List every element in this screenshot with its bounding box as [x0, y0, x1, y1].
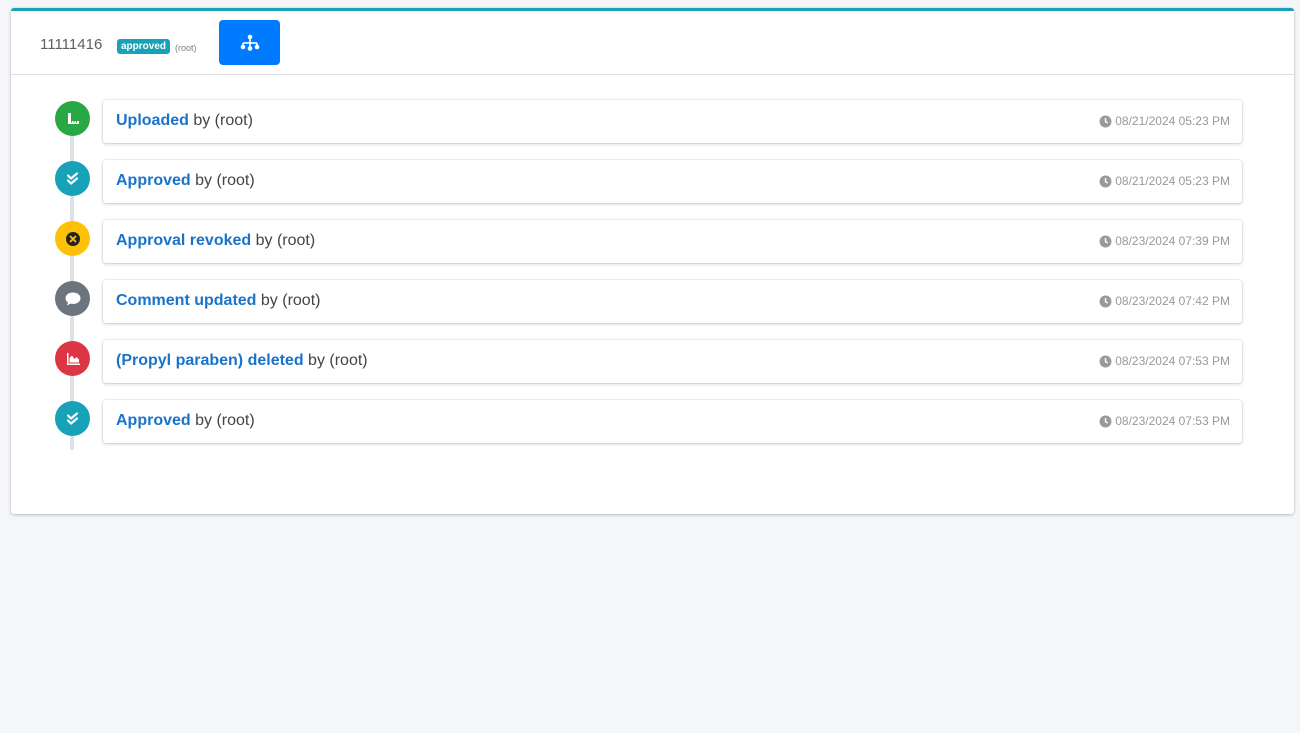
timeline-time: 08/21/2024 05:23 PM — [1115, 174, 1230, 188]
check-double-icon — [55, 401, 90, 436]
chart-area-icon — [55, 341, 90, 376]
timeline-entry: Approved by (root) 08/23/2024 07:53 PM — [103, 400, 1242, 443]
timeline-entry: Approved by (root) 08/21/2024 05:23 PM — [103, 160, 1242, 203]
check-double-icon — [55, 161, 90, 196]
timeline-user: by (root) — [190, 412, 255, 429]
status-badge: approved — [117, 39, 171, 54]
timeline-entry: (Propyl paraben) deleted by (root) 08/23… — [103, 340, 1242, 383]
timeline-user: by (root) — [251, 232, 316, 249]
timeline-user: by (root) — [256, 292, 321, 309]
timeline-time: 08/23/2024 07:53 PM — [1115, 414, 1230, 428]
timeline-user: by (root) — [188, 112, 253, 129]
timeline-entry: Uploaded by (root) 08/21/2024 05:23 PM — [103, 100, 1242, 143]
timeline-action-link[interactable]: Comment updated — [116, 292, 256, 309]
timeline-action-link[interactable]: (Propyl paraben) deleted — [116, 352, 304, 369]
timeline-item: Approved by (root) 08/23/2024 07:53 PM — [11, 400, 1294, 444]
timeline-entry: Comment updated by (root) 08/23/2024 07:… — [103, 280, 1242, 323]
clock-icon — [1099, 355, 1112, 367]
timeline-action-link[interactable]: Approval revoked — [116, 232, 251, 249]
timeline-entry: Approval revoked by (root) 08/23/2024 07… — [103, 220, 1242, 263]
timeline-action-link[interactable]: Approved — [116, 172, 191, 189]
timeline-time: 08/23/2024 07:39 PM — [1115, 234, 1230, 248]
timeline-user: by (root) — [190, 172, 255, 189]
timeline-item: Approved by (root) 08/21/2024 05:23 PM — [11, 160, 1294, 204]
timeline-action-link[interactable]: Approved — [116, 412, 191, 429]
comment-icon — [55, 281, 90, 316]
history-card: 11111416 approved (root) Uploaded by (ro… — [11, 8, 1294, 514]
timeline-item: Uploaded by (root) 08/21/2024 05:23 PM — [11, 100, 1294, 144]
times-circle-icon — [55, 221, 90, 256]
timeline-time: 08/21/2024 05:23 PM — [1115, 114, 1230, 128]
document-id: 11111416 — [40, 36, 103, 53]
card-header: 11111416 approved (root) — [11, 11, 1294, 75]
timeline-item: Comment updated by (root) 08/23/2024 07:… — [11, 280, 1294, 324]
timeline-time: 08/23/2024 07:42 PM — [1115, 294, 1230, 308]
timeline-time: 08/23/2024 07:53 PM — [1115, 354, 1230, 368]
clock-icon — [1099, 115, 1112, 127]
timeline-action-link[interactable]: Uploaded — [116, 112, 189, 129]
tree-view-button[interactable] — [219, 20, 280, 65]
sitemap-icon — [240, 34, 259, 51]
clock-icon — [1099, 415, 1112, 427]
clock-icon — [1099, 175, 1112, 187]
owner-label: (root) — [175, 43, 197, 53]
clock-icon — [1099, 235, 1112, 247]
upload-icon — [55, 101, 90, 136]
timeline-item: (Propyl paraben) deleted by (root) 08/23… — [11, 340, 1294, 384]
clock-icon — [1099, 295, 1112, 307]
timeline-user: by (root) — [303, 352, 368, 369]
timeline-item: Approval revoked by (root) 08/23/2024 07… — [11, 220, 1294, 264]
